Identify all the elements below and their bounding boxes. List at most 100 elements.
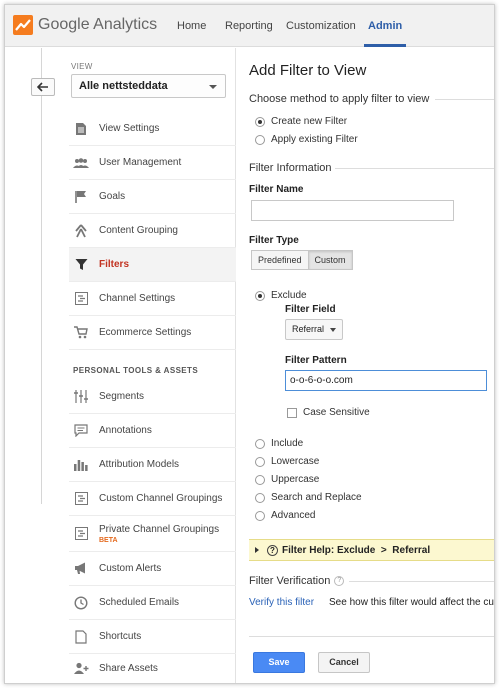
save-button[interactable]: Save (253, 652, 305, 673)
filter-pattern-label: Filter Pattern (285, 355, 347, 366)
analytics-logo-icon (13, 15, 33, 35)
sidebar-item-label: Scheduled Emails (99, 597, 180, 608)
radio-apply-existing-filter[interactable]: Apply existing Filter (255, 134, 358, 145)
filter-field-select[interactable]: Referral (285, 319, 343, 340)
sidebar-item-label: Custom Channel Groupings (99, 493, 223, 504)
sidebar-item-label: Private Channel Groupings BETA (99, 524, 219, 544)
sidebar-item-share-assets[interactable]: Share Assets (69, 651, 236, 683)
cart-icon (73, 325, 89, 341)
sidebar-item-annotations[interactable]: Annotations (69, 414, 236, 448)
sidebar-item-custom-alerts[interactable]: Custom Alerts (69, 552, 236, 586)
main-panel: Add Filter to View Choose method to appl… (237, 48, 494, 683)
radio-include[interactable]: Include (255, 438, 303, 449)
sidebar-item-label: Shortcuts (99, 631, 142, 642)
help-icon[interactable]: ? (334, 576, 345, 587)
nav-admin[interactable]: Admin (363, 5, 407, 47)
filter-field-label: Filter Field (285, 304, 336, 315)
sidebar-item-ecommerce-settings[interactable]: Ecommerce Settings (69, 316, 236, 350)
tab-custom[interactable]: Custom (308, 250, 353, 270)
divider (249, 636, 494, 637)
radio-button[interactable] (255, 456, 265, 467)
app-window: Google Analytics Home Reporting Customiz… (4, 4, 495, 684)
filter-verification-heading: Filter Verification? (249, 575, 345, 587)
radio-create-new-filter[interactable]: Create new Filter (255, 116, 347, 127)
radio-button-selected[interactable] (255, 290, 265, 301)
filter-field-value: Referral (292, 324, 325, 334)
cancel-button[interactable]: Cancel (318, 652, 370, 673)
logo[interactable]: Google Analytics (13, 15, 157, 35)
filter-icon (73, 257, 89, 273)
help-icon: ? (267, 544, 278, 556)
sidebar-item-content-grouping[interactable]: Content Grouping (69, 214, 236, 248)
clock-icon (73, 595, 89, 611)
sidebar-item-scheduled-emails[interactable]: Scheduled Emails (69, 586, 236, 620)
chevron-down-icon (330, 328, 336, 332)
filter-pattern-input[interactable]: o-o-6-o-o.com (285, 370, 487, 391)
sidebar-item-attribution-models[interactable]: Attribution Models (69, 448, 236, 482)
top-bar: Google Analytics Home Reporting Customiz… (5, 5, 494, 47)
nav-home[interactable]: Home (177, 5, 206, 47)
filter-help-text: Filter Help: Exclude > Referral (282, 544, 431, 556)
person-walk-icon (73, 223, 89, 239)
radio-label: Exclude (271, 290, 307, 301)
radio-button[interactable] (255, 492, 265, 503)
nav-reporting[interactable]: Reporting (225, 5, 273, 47)
radio-search-and-replace[interactable]: Search and Replace (255, 492, 362, 503)
divider (335, 168, 494, 169)
channel-icon (73, 491, 89, 507)
radio-button[interactable] (255, 474, 265, 485)
radio-exclude[interactable]: Exclude (255, 290, 307, 301)
divider (349, 581, 494, 582)
sidebar-item-goals[interactable]: Goals (69, 180, 236, 214)
radio-label: Advanced (271, 510, 316, 521)
beta-badge: BETA (99, 536, 118, 544)
radio-button[interactable] (255, 134, 265, 145)
view-label: VIEW (71, 62, 93, 71)
radio-uppercase[interactable]: Uppercase (255, 474, 319, 485)
arrow-left-icon (37, 82, 48, 92)
sidebar-item-user-management[interactable]: User Management (69, 146, 236, 180)
filter-help-bar[interactable]: ? Filter Help: Exclude > Referral (249, 539, 494, 561)
sidebar-divider (41, 48, 42, 504)
radio-advanced[interactable]: Advanced (255, 510, 315, 521)
section-title-personal-tools: PERSONAL TOOLS & ASSETS (73, 366, 199, 375)
verify-filter-link[interactable]: Verify this filter (249, 597, 314, 608)
sidebar-item-channel-settings[interactable]: Channel Settings (69, 282, 236, 316)
sidebar-item-label: Annotations (99, 425, 152, 436)
radio-button[interactable] (255, 438, 265, 449)
divider (435, 99, 494, 100)
sidebar: VIEW Alle nettsteddata View Settings Use… (5, 48, 236, 683)
nav-customization[interactable]: Customization (286, 5, 356, 47)
sidebar-item-label: User Management (99, 157, 182, 168)
case-sensitive-label: Case Sensitive (303, 407, 370, 418)
sidebar-item-view-settings[interactable]: View Settings (69, 112, 236, 146)
sidebar-item-label: Attribution Models (99, 459, 180, 470)
radio-lowercase[interactable]: Lowercase (255, 456, 319, 467)
sidebar-item-custom-channel-groupings[interactable]: Custom Channel Groupings (69, 482, 236, 516)
comment-icon (73, 423, 89, 439)
case-sensitive-checkbox-row[interactable]: Case Sensitive (287, 407, 370, 418)
radio-button[interactable] (255, 510, 265, 521)
tab-predefined[interactable]: Predefined (251, 250, 309, 270)
filter-name-input[interactable] (251, 200, 454, 221)
sidebar-item-shortcuts[interactable]: Shortcuts (69, 620, 236, 654)
filter-verification-label: Filter Verification (249, 575, 331, 587)
sidebar-item-filters[interactable]: Filters (69, 248, 236, 282)
radio-button-selected[interactable] (255, 116, 265, 127)
segments-icon (73, 389, 89, 405)
back-button[interactable] (31, 78, 55, 96)
radio-label: Uppercase (271, 474, 320, 485)
megaphone-icon (73, 561, 89, 577)
sidebar-item-segments[interactable]: Segments (69, 380, 236, 414)
radio-label: Search and Replace (271, 492, 362, 503)
channel-icon (73, 526, 89, 542)
document-icon (73, 121, 89, 137)
sidebar-item-label: Content Grouping (99, 225, 178, 236)
sidebar-item-label: Ecommerce Settings (99, 327, 192, 338)
case-sensitive-checkbox[interactable] (287, 407, 297, 418)
sidebar-item-private-channel-groupings[interactable]: Private Channel Groupings BETA (69, 516, 236, 552)
expand-triangle-icon (255, 547, 259, 553)
view-select[interactable]: Alle nettsteddata (71, 74, 226, 98)
filter-pattern-value: o-o-6-o-o.com (290, 375, 353, 386)
flag-icon (73, 189, 89, 205)
